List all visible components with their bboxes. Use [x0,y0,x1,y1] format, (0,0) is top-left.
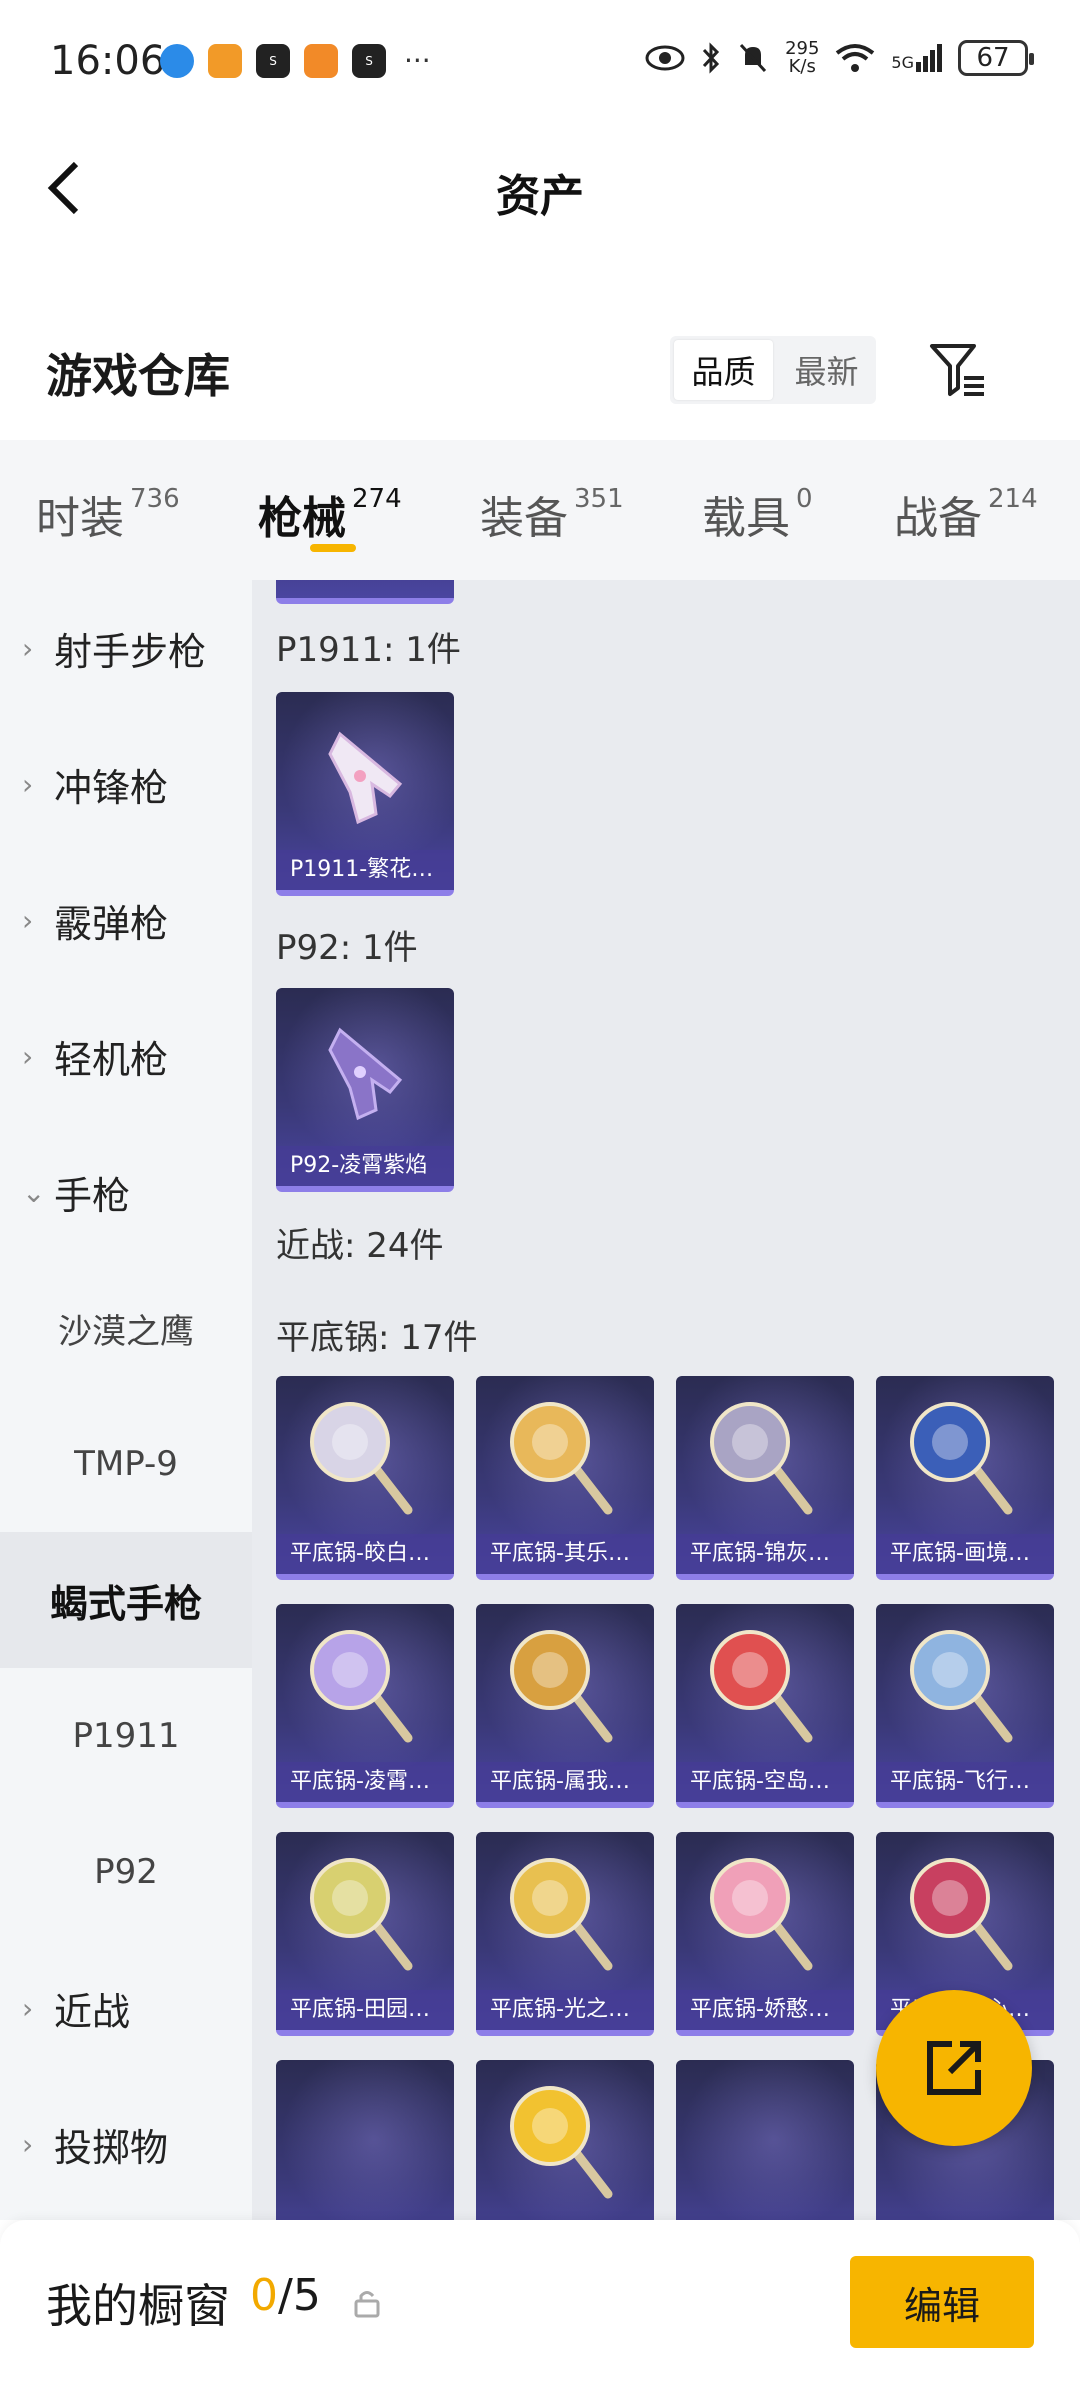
item-card-p1911[interactable]: P1911-繁花… [276,692,454,896]
soul-icon: S [256,44,290,78]
frying-pan-icon [510,1858,613,1971]
frying-pan-icon [910,1858,1013,1971]
bluetooth-icon [702,42,720,74]
section-header-p1911: P1911: 1件 [276,630,461,670]
notification-icons: S S ··· [160,44,431,78]
frying-pan-icon [310,1402,413,1515]
item-card-pan[interactable] [276,2060,454,2220]
sort-latest-button[interactable]: 最新 [777,336,876,404]
item-card-pan[interactable]: 平底锅-飞行… [876,1604,1054,1808]
chevron-right-icon: › [22,2127,34,2161]
tab-fashion[interactable]: 时装 736 [36,440,180,546]
status-indicators: 295 K/s 5G 67 [645,38,1034,77]
section-header-p92: P92: 1件 [276,928,418,968]
frying-pan-icon [310,1858,413,1971]
tab-vehicles[interactable]: 载具 0 [702,440,813,546]
item-card-pan[interactable]: 平底锅-田园… [276,1832,454,2036]
app-icon [208,44,242,78]
more-notifications-icon: ··· [404,44,431,77]
showcase-bar: 我的橱窗 0/5 编辑 [0,2220,1080,2382]
mute-icon [739,43,767,73]
item-card-pan[interactable]: 平底锅-娇憨… [676,1832,854,2036]
nav-bar: 资产 [0,130,1080,240]
edit-button[interactable]: 编辑 [850,2256,1034,2348]
tab-combat-gear[interactable]: 战备 214 [894,440,1038,546]
section-header-melee: 近战: 24件 [276,1226,444,1266]
frying-pan-icon [710,1402,813,1515]
status-bar: 16:06 S S ··· 295 K/s 5G 67 [0,0,1080,120]
chevron-right-icon: › [22,903,34,937]
share-icon [927,2041,981,2095]
tab-firearms[interactable]: 枪械 274 [258,440,402,546]
chevron-down-icon: ⌄ [22,1175,46,1209]
sidebar-item-marksman-rifle[interactable]: › 射手步枪 [0,580,252,716]
sidebar-item-lmg[interactable]: › 轻机枪 [0,988,252,1124]
item-grid-area: P1911: 1件 P1911-繁花… P92: 1件 P92-凌霄紫焰 近战:… [252,580,1080,2220]
frying-pan-icon [710,1858,813,1971]
tab-equipment[interactable]: 装备 351 [480,440,624,546]
frying-pan-icon [510,1402,613,1515]
sidebar-item-shotgun[interactable]: › 霰弹枪 [0,852,252,988]
eye-icon [645,45,685,71]
item-card-p92[interactable]: P92-凌霄紫焰 [276,988,454,1192]
frying-pan-icon [910,1630,1013,1743]
wifi-icon [836,44,875,72]
frying-pan-icon [310,1630,413,1743]
warehouse-header: 游戏仓库 品质 最新 [0,320,1080,440]
item-card-pan[interactable] [476,2060,654,2220]
sidebar-subitem-p1911[interactable]: P1911 [0,1668,252,1804]
weapon-category-sidebar: › 射手步枪 › 冲锋枪 › 霰弹枪 › 轻机枪 ⌄ 手枪 沙漠之鹰 TMP-9 蝎式手枪… [0,580,252,2220]
frying-pan-icon [510,1630,613,1743]
section-title: 游戏仓库 [46,349,230,403]
game-icon [304,44,338,78]
frying-pan-icon [510,2086,613,2199]
item-card-pan[interactable]: 平底锅-空岛… [676,1604,854,1808]
sidebar-subitem-tmp9[interactable]: TMP-9 [0,1396,252,1532]
filter-icon[interactable] [928,340,988,400]
sidebar-item-pistol[interactable]: ⌄ 手枪 [0,1124,252,1260]
pistol-icon [328,1027,403,1121]
sidebar-subitem-desert-eagle[interactable]: 沙漠之鹰 [0,1260,252,1396]
section-header-pan: 平底锅: 17件 [276,1318,478,1358]
lock-icon [354,2291,380,2318]
sidebar-subitem-skorpion[interactable]: 蝎式手枪 [0,1532,252,1668]
category-tabs: 时装 736 枪械 274 装备 351 载具 0 战备 214 [0,440,1080,580]
item-card-pan[interactable]: 平底锅-锦灰… [676,1376,854,1580]
sidebar-subitem-p92[interactable]: P92 [0,1804,252,1940]
item-card-pan[interactable]: 平底锅-凌霄… [276,1604,454,1808]
chevron-right-icon: › [22,1039,34,1073]
item-card-pan[interactable]: 平底锅-画境… [876,1376,1054,1580]
showcase-count: 0/5 [250,2270,321,2321]
chevron-right-icon: › [22,767,34,801]
net-speed: 295 K/s [785,38,820,77]
item-card-pan[interactable]: 平底锅-属我… [476,1604,654,1808]
battery-icon: 67 [958,40,1034,76]
item-card-pan[interactable]: 平底锅-光之… [476,1832,654,2036]
pistol-icon [328,731,403,825]
sidebar-item-smg[interactable]: › 冲锋枪 [0,716,252,852]
frying-pan-icon [910,1402,1013,1515]
item-card-partial[interactable] [276,580,454,604]
chevron-right-icon: › [22,631,34,665]
page-title: 资产 [496,171,584,222]
active-tab-indicator [310,544,356,552]
status-time: 16:06 [50,38,166,84]
share-button[interactable] [876,1990,1032,2146]
signal-icon: 5G [891,44,942,72]
sort-toggle: 品质 最新 [670,336,876,404]
item-card-pan[interactable]: 平底锅-其乐… [476,1376,654,1580]
item-card-pan[interactable] [676,2060,854,2220]
showcase-title: 我的橱窗 [46,2279,230,2333]
item-card-pan[interactable]: 平底锅-皎白… [276,1376,454,1580]
sort-quality-button[interactable]: 品质 [674,340,773,400]
sidebar-item-throwables[interactable]: › 投掷物 [0,2076,252,2212]
sidebar-item-melee[interactable]: › 近战 [0,1940,252,2076]
chevron-right-icon: › [22,1991,34,2025]
soul-icon: S [352,44,386,78]
frying-pan-icon [710,1630,813,1743]
browser-icon [160,44,194,78]
